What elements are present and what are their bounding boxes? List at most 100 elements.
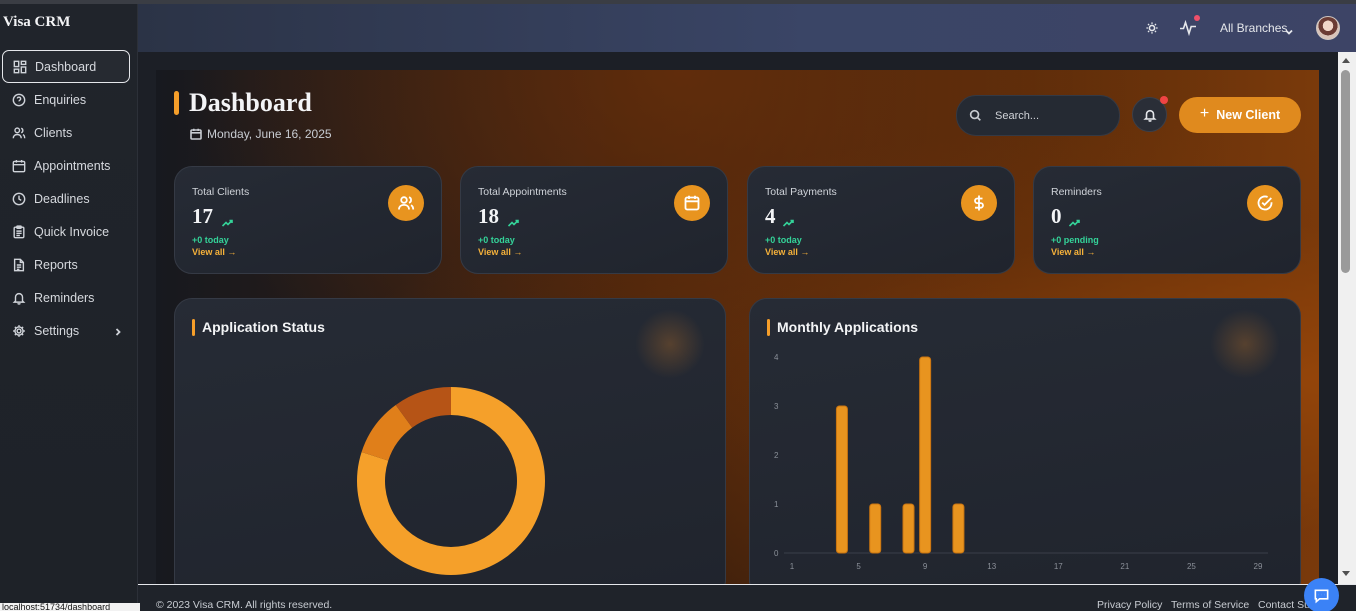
scrollbar-thumb[interactable] bbox=[1341, 70, 1350, 273]
y-tick-label: 1 bbox=[774, 500, 779, 509]
bar-0 bbox=[835, 405, 848, 554]
scroll-up-arrow[interactable] bbox=[1342, 58, 1350, 63]
stat-value: 4 bbox=[765, 204, 776, 228]
sidebar-item-label: Quick Invoice bbox=[34, 224, 110, 239]
dashboard-icon bbox=[13, 60, 27, 74]
x-tick-label: 9 bbox=[923, 562, 928, 571]
sidebar-item-settings[interactable]: Settings bbox=[2, 314, 130, 347]
top-header: All Branches bbox=[138, 4, 1356, 52]
sidebar-item-label: Appointments bbox=[34, 158, 111, 173]
status-bar-url: localhost:51734/dashboard bbox=[0, 603, 140, 611]
sidebar-nav: Dashboard Enquiries Clients Appointments… bbox=[2, 50, 130, 347]
stat-sub: +0 today bbox=[478, 235, 515, 245]
chevron-right-icon bbox=[114, 325, 122, 336]
theme-toggle-icon[interactable] bbox=[1142, 18, 1162, 38]
activity-alert-dot bbox=[1194, 15, 1200, 21]
users-icon bbox=[388, 185, 424, 221]
search-input[interactable] bbox=[995, 108, 1105, 124]
sidebar-item-appointments[interactable]: Appointments bbox=[2, 149, 130, 182]
x-tick-label: 17 bbox=[1054, 562, 1063, 571]
notification-badge bbox=[1160, 96, 1168, 104]
view-all-link[interactable]: View all → bbox=[192, 247, 236, 257]
clock-icon bbox=[12, 192, 26, 206]
search-box bbox=[956, 95, 1120, 136]
contact-support-link[interactable]: Contact Su bbox=[1258, 599, 1310, 611]
bar-4 bbox=[952, 503, 965, 554]
stat-value: 17 bbox=[192, 204, 213, 228]
application-status-donut bbox=[357, 387, 545, 575]
x-tick-label: 13 bbox=[987, 562, 996, 571]
trending-up-icon bbox=[507, 214, 519, 227]
sidebar-item-label: Reports bbox=[34, 257, 78, 272]
sidebar-item-clients[interactable]: Clients bbox=[2, 116, 130, 149]
page-title: Dashboard bbox=[189, 88, 312, 117]
bell-icon bbox=[1143, 109, 1157, 122]
stat-value: 0 bbox=[1051, 204, 1062, 228]
view-all-link[interactable]: View all → bbox=[765, 247, 809, 257]
sidebar-item-dashboard[interactable]: Dashboard bbox=[2, 50, 130, 83]
stat-value: 18 bbox=[478, 204, 499, 228]
sidebar-item-label: Enquiries bbox=[34, 92, 87, 107]
stat-card-total-clients: Total Clients 17 +0 today View all → bbox=[174, 166, 442, 274]
brand-logo: Visa CRM bbox=[3, 14, 71, 30]
monthly-applications-chart: 0 1 2 3 4 1 5 9 13 17 21 25 29 bbox=[774, 353, 1268, 571]
chevron-down-icon[interactable] bbox=[1284, 24, 1294, 35]
y-tick-label: 0 bbox=[774, 549, 779, 558]
search-icon bbox=[969, 109, 982, 122]
dollar-icon bbox=[961, 185, 997, 221]
trending-up-icon bbox=[782, 214, 794, 227]
stat-label: Total Appointments bbox=[478, 186, 567, 198]
activity-icon[interactable] bbox=[1178, 18, 1198, 38]
bell-icon bbox=[12, 291, 26, 305]
stat-sub: +0 pending bbox=[1051, 235, 1099, 245]
title-accent-bar bbox=[174, 91, 179, 115]
sidebar: Visa CRM Dashboard Enquiries Clients App… bbox=[0, 4, 138, 611]
sidebar-item-reminders[interactable]: Reminders bbox=[2, 281, 130, 314]
gear-icon bbox=[12, 324, 26, 338]
calendar-icon bbox=[12, 159, 26, 173]
chat-icon bbox=[1314, 589, 1329, 604]
x-tick-label: 21 bbox=[1120, 562, 1129, 571]
help-circle-icon bbox=[12, 93, 26, 107]
page-date: Monday, June 16, 2025 bbox=[207, 127, 332, 141]
stat-card-total-payments: Total Payments 4 +0 today View all → bbox=[747, 166, 1015, 274]
copyright-text: © 2023 Visa CRM. All rights reserved. bbox=[156, 599, 333, 611]
bar-1 bbox=[869, 503, 882, 554]
plus-icon: + bbox=[1199, 105, 1210, 122]
sidebar-item-deadlines[interactable]: Deadlines bbox=[2, 182, 130, 215]
trending-up-icon bbox=[221, 214, 233, 227]
bar-3 bbox=[919, 356, 932, 554]
users-icon bbox=[12, 126, 26, 140]
y-tick-label: 3 bbox=[774, 402, 779, 411]
privacy-policy-link[interactable]: Privacy Policy bbox=[1097, 599, 1162, 611]
stat-label: Total Payments bbox=[765, 186, 837, 198]
branch-selector[interactable]: All Branches bbox=[1220, 21, 1287, 35]
clipboard-icon bbox=[12, 224, 26, 239]
trending-up-icon bbox=[1068, 214, 1080, 227]
footer: © 2023 Visa CRM. All rights reserved. Pr… bbox=[138, 584, 1356, 611]
chat-button[interactable] bbox=[1304, 578, 1339, 611]
application-status-panel: Application Status bbox=[174, 298, 726, 584]
sidebar-item-reports[interactable]: Reports bbox=[2, 248, 130, 281]
view-all-link[interactable]: View all → bbox=[1051, 247, 1095, 257]
stat-label: Reminders bbox=[1051, 186, 1102, 198]
x-tick-label: 25 bbox=[1187, 562, 1196, 571]
bar-2 bbox=[902, 503, 915, 554]
x-tick-label: 1 bbox=[790, 562, 795, 571]
new-client-button[interactable]: + New Client bbox=[1179, 97, 1301, 133]
stat-sub: +0 today bbox=[765, 235, 802, 245]
new-client-label: New Client bbox=[1216, 108, 1281, 122]
stat-label: Total Clients bbox=[192, 186, 250, 198]
avatar[interactable] bbox=[1316, 16, 1340, 40]
scroll-down-arrow[interactable] bbox=[1342, 571, 1350, 576]
sidebar-item-label: Reminders bbox=[34, 290, 95, 305]
stat-sub: +0 today bbox=[192, 235, 229, 245]
y-tick-label: 4 bbox=[774, 353, 779, 362]
sidebar-item-quick-invoice[interactable]: Quick Invoice bbox=[2, 215, 130, 248]
calendar-icon bbox=[674, 185, 710, 221]
stat-card-total-appointments: Total Appointments 18 +0 today View all … bbox=[460, 166, 728, 274]
terms-of-service-link[interactable]: Terms of Service bbox=[1171, 599, 1249, 611]
stat-card-reminders: Reminders 0 +0 pending View all → bbox=[1033, 166, 1301, 274]
view-all-link[interactable]: View all → bbox=[478, 247, 522, 257]
sidebar-item-enquiries[interactable]: Enquiries bbox=[2, 83, 130, 116]
